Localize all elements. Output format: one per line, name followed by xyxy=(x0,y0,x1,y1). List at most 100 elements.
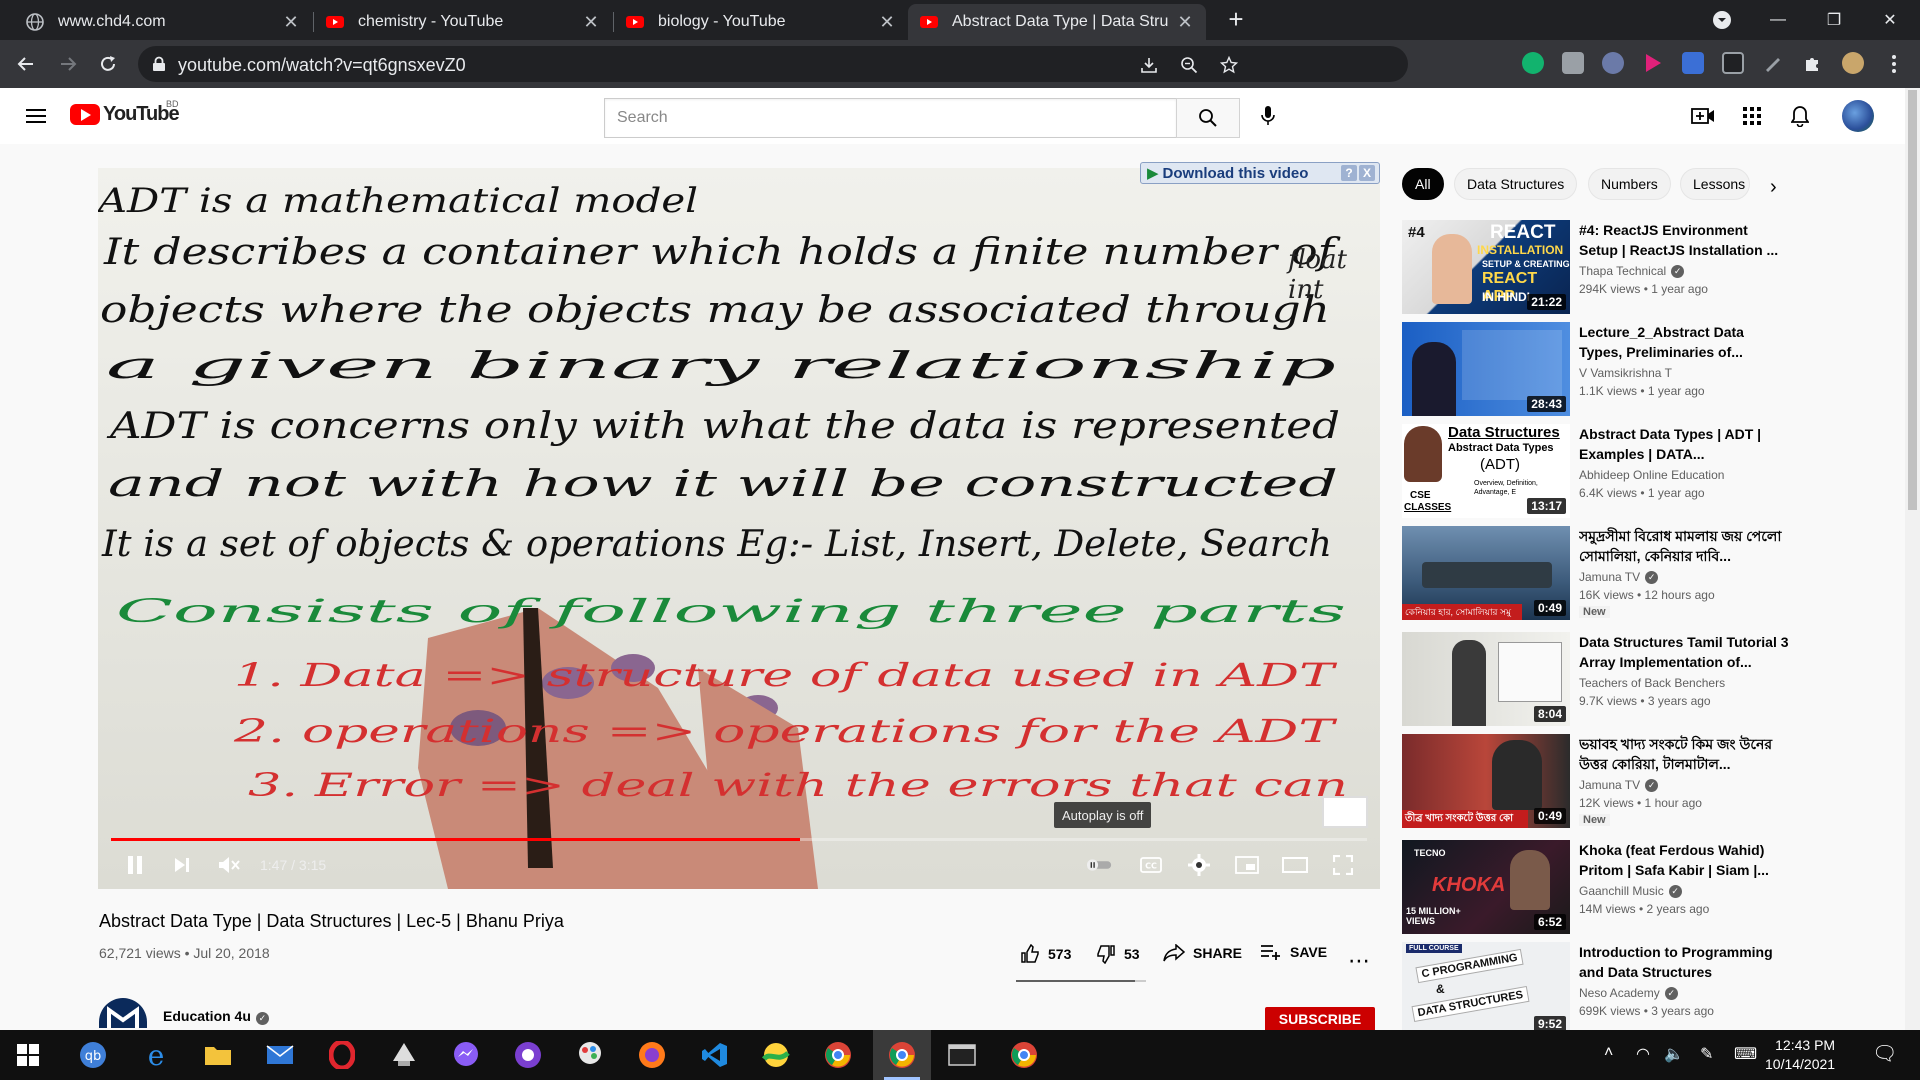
close-icon[interactable]: ✕ xyxy=(878,12,896,33)
video-thumbnail[interactable]: TECNO KHOKA 15 MILLION+ VIEWS 6:52 xyxy=(1402,840,1570,934)
fullscreen-button[interactable] xyxy=(1329,852,1357,878)
video-thumbnail[interactable]: 8:04 xyxy=(1402,632,1570,726)
video-thumbnail[interactable]: Data Structures Abstract Data Types (ADT… xyxy=(1402,424,1570,518)
recommendation-title[interactable]: Khoka (feat Ferdous Wahid) Pritom | Safa… xyxy=(1579,840,1789,880)
chrome-icon[interactable] xyxy=(886,1039,918,1071)
mail-icon[interactable] xyxy=(264,1039,296,1071)
next-button[interactable] xyxy=(168,852,196,878)
puzzle-icon[interactable] xyxy=(1802,52,1824,74)
chip-lessons[interactable]: Lessons xyxy=(1680,168,1750,200)
recommendation-item[interactable]: TECNO KHOKA 15 MILLION+ VIEWS 6:52 Khoka… xyxy=(1402,840,1902,936)
close-icon[interactable]: ✕ xyxy=(282,12,300,33)
page-scrollbar[interactable] xyxy=(1905,88,1920,1030)
windows-start-icon[interactable] xyxy=(12,1039,44,1071)
opera-icon[interactable] xyxy=(326,1039,358,1071)
terminal-icon[interactable] xyxy=(946,1039,978,1071)
recommendation-channel[interactable]: Gaanchill Music ✓ xyxy=(1579,884,1682,898)
window-close-icon[interactable]: ✕ xyxy=(1862,0,1918,40)
search-input[interactable] xyxy=(604,98,1177,138)
browser-tab-biology[interactable]: biology - YouTube ✕ xyxy=(614,4,908,40)
recommendation-item[interactable]: তীব্র খাদ্য সংকটে উত্তর কো 0:49 ভয়াবহ খ… xyxy=(1402,734,1902,830)
browser-tab-chemistry[interactable]: chemistry - YouTube ✕ xyxy=(314,4,612,40)
video-thumbnail[interactable]: তীব্র খাদ্য সংকটে উত্তর কো 0:49 xyxy=(1402,734,1570,828)
edge-browser-icon[interactable]: e xyxy=(140,1039,172,1071)
pause-button[interactable] xyxy=(121,852,149,878)
recommendation-item[interactable]: কেনিয়ার হার, সোমালিয়ার সমু 0:49 সমুদ্র… xyxy=(1402,526,1902,622)
qbittorrent-icon[interactable]: qb xyxy=(77,1039,109,1071)
recommendation-item[interactable]: Data Structures Abstract Data Types (ADT… xyxy=(1402,424,1902,520)
minimize-icon[interactable]: — xyxy=(1750,0,1806,40)
subscribe-button[interactable]: SUBSCRIBE xyxy=(1265,1007,1375,1030)
miniplayer-button[interactable] xyxy=(1233,852,1261,878)
video-thumbnail[interactable]: কেনিয়ার হার, সোমালিয়ার সমু 0:49 xyxy=(1402,526,1570,620)
recommendation-title[interactable]: Data Structures Tamil Tutorial 3 Array I… xyxy=(1579,632,1789,672)
new-tab-button[interactable]: + xyxy=(1222,6,1250,34)
restore-icon[interactable]: ❐ xyxy=(1806,0,1862,40)
recommendation-channel[interactable]: Jamuna TV ✓ xyxy=(1579,778,1659,792)
channel-avatar[interactable] xyxy=(99,998,147,1028)
close-icon[interactable]: X xyxy=(1359,165,1375,181)
scrollbar-thumb[interactable] xyxy=(1908,90,1917,510)
profile-avatar[interactable] xyxy=(1842,52,1864,74)
settings-button[interactable] xyxy=(1185,852,1213,878)
search-button[interactable] xyxy=(1176,98,1240,138)
recommendation-item[interactable]: 8:04 Data Structures Tamil Tutorial 3 Ar… xyxy=(1402,632,1902,728)
dislike-button[interactable]: 53 xyxy=(1096,944,1140,964)
notification-center-icon[interactable]: 🗨 xyxy=(1872,1041,1897,1066)
browser-tab-active[interactable]: Abstract Data Type | Data Structu ✕ xyxy=(908,4,1206,40)
reload-icon[interactable] xyxy=(94,50,122,78)
recommendation-channel[interactable]: Neso Academy ✓ xyxy=(1579,986,1678,1000)
zoom-icon[interactable] xyxy=(1178,54,1200,76)
close-icon[interactable]: ✕ xyxy=(1176,12,1194,33)
like-button[interactable]: 573 xyxy=(1020,944,1071,964)
camera-extension-icon[interactable] xyxy=(1562,52,1584,74)
channel-name[interactable]: Education 4u ✓ xyxy=(163,1008,269,1025)
chip-numbers[interactable]: Numbers xyxy=(1588,168,1671,200)
grammarly-extension-icon[interactable] xyxy=(1522,52,1544,74)
notifications-bell-icon[interactable] xyxy=(1788,104,1812,128)
recommendation-title[interactable]: #4: ReactJS Environment Setup | ReactJS … xyxy=(1579,220,1789,260)
browser-tab-chd4[interactable]: www.chd4.com ✕ xyxy=(14,4,312,40)
account-avatar[interactable] xyxy=(1842,100,1874,132)
downloader-extension-icon[interactable] xyxy=(1682,52,1704,74)
recommendation-item[interactable]: #4 REACT INSTALLATION SETUP & CREATING R… xyxy=(1402,220,1902,316)
recommendation-channel[interactable]: Jamuna TV ✓ xyxy=(1579,570,1659,584)
chip-data-structures[interactable]: Data Structures xyxy=(1454,168,1578,200)
keyboard-icon[interactable]: ⌨ xyxy=(1734,1044,1757,1064)
microphone-icon[interactable] xyxy=(1256,104,1280,128)
inkscape-icon[interactable] xyxy=(388,1039,420,1071)
github-desktop-icon[interactable] xyxy=(512,1039,544,1071)
browser-menu-icon[interactable] xyxy=(1880,50,1908,78)
recommendation-item[interactable]: FULL COURSE C PROGRAMMING & DATA STRUCTU… xyxy=(1402,942,1902,1038)
profile-dropdown-icon[interactable] xyxy=(1694,0,1750,40)
play-extension-icon[interactable] xyxy=(1642,52,1664,74)
recommendation-title[interactable]: Lecture_2_Abstract Data Types, Prelimina… xyxy=(1579,322,1789,362)
chevron-right-icon[interactable]: › xyxy=(1770,176,1777,199)
chip-all[interactable]: All xyxy=(1402,168,1444,200)
install-icon[interactable] xyxy=(1138,54,1160,76)
recommendation-title[interactable]: Abstract Data Types | ADT | Examples | D… xyxy=(1579,424,1789,464)
youtube-logo[interactable]: YouTube BD xyxy=(70,99,180,126)
download-video-bar[interactable]: ▶ Download this video ? X xyxy=(1140,162,1380,184)
pen-extension-icon[interactable] xyxy=(1762,52,1784,74)
save-button[interactable]: SAVE xyxy=(1260,944,1327,960)
apps-grid-icon[interactable] xyxy=(1740,104,1764,128)
end-screen-thumbnail[interactable] xyxy=(1322,796,1368,828)
recommendation-title[interactable]: ভয়াবহ খাদ্য সংকটে কিম জং উনের উত্তর কোর… xyxy=(1579,734,1789,774)
recommendation-channel[interactable]: V Vamsikrishna T xyxy=(1579,366,1672,380)
wifi-icon[interactable]: ◠ xyxy=(1636,1044,1650,1064)
hamburger-menu-icon[interactable] xyxy=(24,104,48,128)
forward-icon[interactable] xyxy=(54,50,82,78)
chevron-up-icon[interactable]: ˄ xyxy=(1604,1044,1613,1062)
video-thumbnail[interactable]: FULL COURSE C PROGRAMMING & DATA STRUCTU… xyxy=(1402,942,1570,1036)
help-icon[interactable]: ? xyxy=(1341,165,1357,181)
create-video-icon[interactable] xyxy=(1691,104,1715,128)
system-clock[interactable]: 12:43 PM 10/14/2021 xyxy=(1765,1036,1835,1074)
recommendation-channel[interactable]: Abhideep Online Education xyxy=(1579,468,1724,482)
messenger-icon[interactable] xyxy=(450,1039,482,1071)
video-thumbnail[interactable]: 28:43 xyxy=(1402,322,1570,416)
bookmark-star-icon[interactable] xyxy=(1218,54,1240,76)
recommendation-title[interactable]: Introduction to Programming and Data Str… xyxy=(1579,942,1789,982)
back-icon[interactable] xyxy=(12,50,40,78)
file-explorer-icon[interactable] xyxy=(202,1039,234,1071)
